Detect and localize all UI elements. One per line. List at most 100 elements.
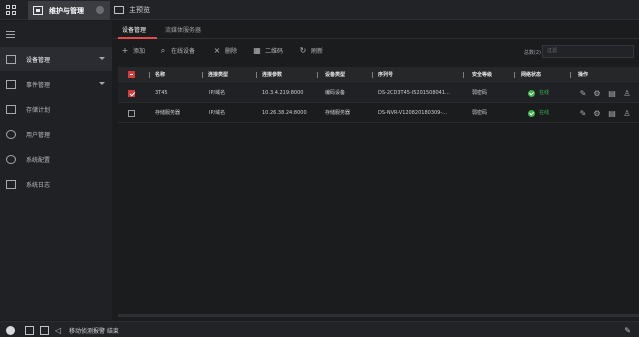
- settings-icon[interactable]: ⚙: [593, 110, 601, 118]
- monitor-icon: [114, 6, 124, 14]
- cell-connection-params: 10.3.4.219:8000: [262, 90, 304, 96]
- event-management-icon: [6, 79, 16, 89]
- table-row[interactable]: 3T45 IP/域名 10.3.4.219:8000 编码设备 DS-2CD3T…: [118, 84, 639, 103]
- cell-network-status: 在线: [539, 90, 550, 96]
- system-config-icon: [6, 154, 16, 164]
- cell-serial-number: DS-2CD3T45-I5201508041...: [378, 90, 450, 96]
- qrcode-label: 二维码: [265, 48, 284, 55]
- active-tab-indicator: [118, 37, 157, 39]
- status-message: 移动侦测报警 结束: [69, 328, 119, 335]
- cell-name: 存储服务器: [155, 110, 181, 116]
- sidebar-item-label: 事件管理: [26, 81, 51, 89]
- menu-toggle-icon[interactable]: [6, 31, 15, 38]
- settings-icon[interactable]: ⚙: [593, 90, 601, 98]
- filter-input[interactable]: 过滤: [542, 45, 634, 58]
- sidebar: 设备管理 事件管理 存储计划 用户管理 系统配置 系统日志: [0, 21, 112, 320]
- sidebar-item-label: 系统配置: [26, 156, 51, 164]
- cell-serial-number: DS-NVR-V12082018030​9-...: [378, 110, 447, 116]
- online-status-icon: [528, 90, 535, 97]
- storage-schedule-icon: [6, 104, 16, 114]
- column-divider: [463, 72, 464, 78]
- close-icon: ×: [213, 45, 221, 55]
- cell-connection-type: IP/域名: [209, 110, 226, 116]
- cell-name: 3T45: [155, 90, 168, 96]
- remote-config-icon[interactable]: ▤: [608, 90, 616, 98]
- tab-device-management[interactable]: 设备管理: [122, 25, 146, 34]
- maintenance-icon: [33, 6, 43, 15]
- system-log-icon: [6, 179, 16, 189]
- column-divider: [317, 72, 318, 78]
- add-button[interactable]: + 添加: [121, 46, 145, 55]
- column-divider: [514, 72, 515, 78]
- close-tab-icon[interactable]: [96, 6, 104, 14]
- horizontal-scrollbar[interactable]: [118, 314, 639, 317]
- app-grid-icon[interactable]: [6, 5, 16, 15]
- title-bar: 维护与管理 主预览: [0, 0, 639, 20]
- tab-maintenance-management[interactable]: 维护与管理: [28, 1, 110, 20]
- column-header-network-status[interactable]: 网络状态: [521, 67, 541, 83]
- tab-label: 主预览: [129, 6, 150, 14]
- cell-connection-type: IP/域名: [209, 90, 226, 96]
- delete-button[interactable]: × 删除: [213, 46, 237, 55]
- sidebar-item-system-log[interactable]: 系统日志: [0, 172, 112, 196]
- sidebar-item-label: 系统日志: [26, 181, 51, 189]
- refresh-button[interactable]: ↻ 刷新: [299, 46, 323, 55]
- toolbar: + 添加 ⌕ 在线设备 × 删除 ▦ 二维码 ↻ 刷新 总数(2) 过滤: [113, 43, 639, 61]
- sidebar-item-device-management[interactable]: 设备管理: [0, 47, 112, 71]
- table-header: 名称 连接类型 连接参数 设备类型 序列号 安全等级 网络状态 操作: [118, 67, 639, 83]
- sub-tab-bar: 设备管理 流媒体服务器: [113, 21, 639, 39]
- status-bar: ◁ 移动侦测报警 结束 ✎: [0, 321, 639, 337]
- search-icon: ⌕: [160, 45, 166, 55]
- column-header-operation: 操作: [578, 72, 589, 78]
- row-checkbox[interactable]: [128, 110, 135, 117]
- select-all-checkbox[interactable]: [128, 71, 135, 78]
- column-header-connection-type[interactable]: 连接类型: [208, 67, 228, 83]
- speaker-icon[interactable]: ◁: [55, 326, 64, 335]
- sidebar-item-storage-schedule[interactable]: 存储计划: [0, 97, 112, 121]
- sidebar-item-label: 设备管理: [26, 56, 51, 64]
- user-icon[interactable]: ♙: [623, 90, 631, 98]
- chevron-down-icon: [99, 57, 105, 60]
- row-checkbox[interactable]: [128, 90, 135, 97]
- main-panel: 设备管理 流媒体服务器 + 添加 ⌕ 在线设备 × 删除 ▦ 二维码 ↻ 刷新 …: [113, 21, 639, 320]
- remote-config-icon[interactable]: ▤: [608, 110, 616, 118]
- user-icon[interactable]: ♙: [623, 110, 631, 118]
- add-label: 添加: [133, 48, 146, 55]
- column-divider: [256, 72, 257, 78]
- column-header-connection-params[interactable]: 连接参数: [262, 67, 282, 83]
- plus-icon: +: [121, 45, 129, 55]
- sidebar-item-event-management[interactable]: 事件管理: [0, 72, 112, 96]
- online-devices-button[interactable]: ⌕ 在线设备: [159, 46, 195, 55]
- qrcode-button[interactable]: ▦ 二维码: [253, 46, 283, 55]
- edit-icon[interactable]: ✎: [579, 110, 587, 118]
- column-header-name[interactable]: 名称: [155, 67, 165, 83]
- refresh-label: 刷新: [311, 48, 324, 55]
- app-window: 维护与管理 主预览 设备管理 事件管理 存储计划 用户管理 系统配置 系统日志 …: [0, 0, 639, 337]
- sidebar-item-system-config[interactable]: 系统配置: [0, 147, 112, 171]
- sidebar-item-user-management[interactable]: 用户管理: [0, 122, 112, 146]
- column-header-security-level[interactable]: 安全等级: [472, 67, 492, 83]
- column-divider: [149, 72, 150, 78]
- tab-streaming-server[interactable]: 流媒体服务器: [165, 25, 201, 34]
- cell-device-type: 编码设备: [325, 90, 346, 96]
- pin-icon[interactable]: ✎: [624, 326, 631, 335]
- column-divider: [202, 72, 203, 78]
- column-header-device-type[interactable]: 设备类型: [325, 67, 345, 83]
- tab-label: 维护与管理: [49, 6, 84, 15]
- cell-connection-params: 10.26.38.24:8000: [262, 110, 307, 116]
- column-header-serial-number[interactable]: 序列号: [378, 67, 393, 83]
- cell-security-level: 弱密码: [472, 90, 488, 96]
- online-status-icon: [528, 110, 535, 117]
- delete-label: 删除: [225, 48, 238, 55]
- window-icon[interactable]: [40, 326, 49, 335]
- sidebar-item-label: 用户管理: [26, 131, 51, 139]
- column-divider: [372, 72, 373, 78]
- device-management-icon: [6, 54, 16, 64]
- edit-icon[interactable]: ✎: [579, 90, 587, 98]
- tab-main-preview[interactable]: 主预览: [114, 3, 150, 17]
- trash-icon[interactable]: [25, 326, 34, 335]
- column-divider: [570, 72, 571, 78]
- table-row[interactable]: 存储服务器 IP/域名 10.26.38.24:8000 存储服务器 DS-NV…: [118, 104, 639, 123]
- alarm-icon[interactable]: [6, 326, 15, 335]
- refresh-icon: ↻: [299, 45, 307, 55]
